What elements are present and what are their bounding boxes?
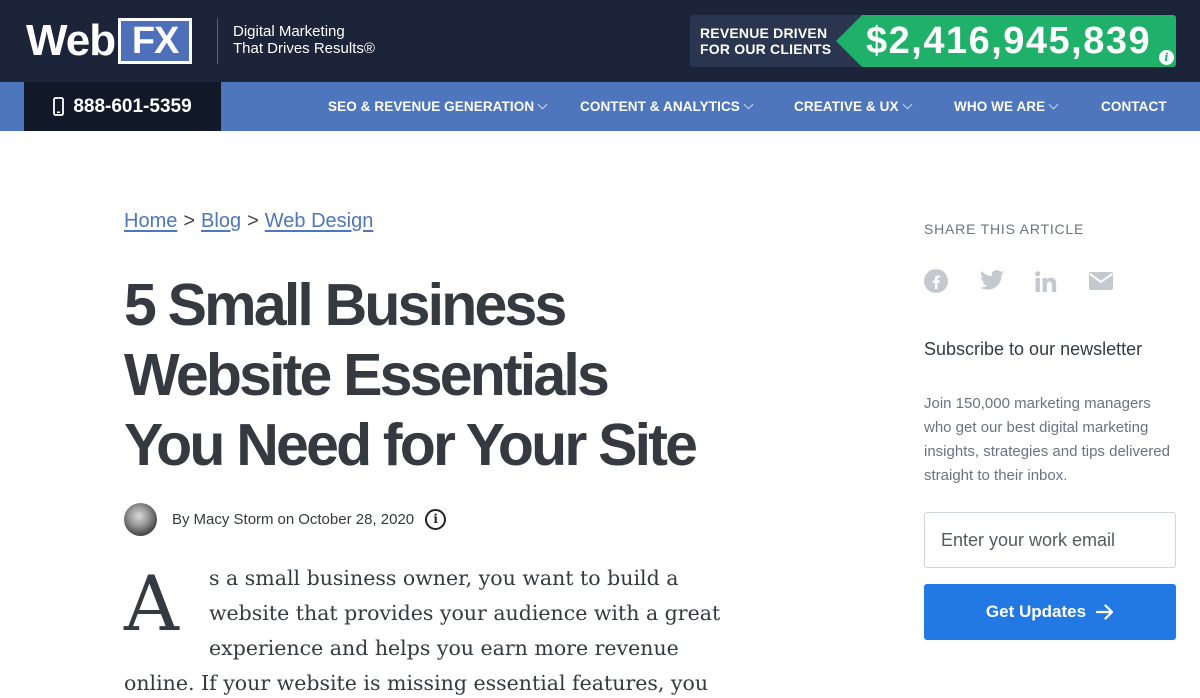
article-byline: By Macy Storm on October 28, 2020 i — [124, 502, 447, 536]
twitter-icon[interactable] — [980, 270, 1004, 290]
body-line-3: experience and helps you earn more reven… — [209, 636, 679, 660]
arrow-right-icon — [1096, 604, 1114, 620]
logo-divider — [217, 18, 218, 64]
breadcrumb-home-link[interactable]: Home — [124, 210, 177, 232]
revenue-value: $2,416,945,839 — [866, 20, 1152, 62]
breadcrumb: Home > Blog > Web Design — [124, 208, 373, 234]
tagline: Digital Marketing That Drives Results® — [233, 23, 375, 57]
breadcrumb-separator: > — [247, 210, 259, 232]
publish-date: October 28, 2020 — [298, 510, 415, 528]
email-icon[interactable] — [1089, 272, 1113, 290]
body-line-2: website that provides your audience with… — [209, 601, 721, 625]
breadcrumb-separator: > — [183, 210, 196, 232]
byline-by: By — [172, 510, 190, 528]
drop-cap: A — [124, 559, 179, 648]
nav-item-creative[interactable]: CREATIVE & UX — [794, 82, 913, 131]
breadcrumb-category-link[interactable]: Web Design — [265, 210, 374, 232]
get-updates-label: Get Updates — [985, 602, 1087, 621]
revenue-label-line-2: FOR OUR CLIENTS — [700, 41, 832, 57]
chevron-down-icon — [537, 99, 548, 110]
email-field[interactable] — [924, 512, 1176, 568]
tagline-line-2: That Drives Results® — [233, 40, 375, 57]
revenue-value-box: $2,416,945,839 i — [836, 15, 1176, 67]
nav-item-label: SEO & REVENUE GENERATION — [328, 99, 535, 114]
logo-web-text: Web — [26, 16, 116, 65]
nav-item-content[interactable]: CONTENT & ANALYTICS — [580, 82, 754, 131]
site-header: Web FX Digital Marketing That Drives Res… — [0, 0, 1200, 82]
share-title: SHARE THIS ARTICLE — [924, 221, 1085, 237]
chevron-down-icon — [1048, 99, 1059, 110]
chevron-down-icon — [743, 99, 754, 110]
author-avatar[interactable] — [124, 502, 157, 536]
facebook-icon[interactable] — [924, 269, 948, 293]
chevron-down-icon — [902, 99, 913, 110]
nav-item-label: CONTACT — [1101, 99, 1167, 114]
nav-item-label: CREATIVE & UX — [794, 99, 899, 114]
nav-item-label: WHO WE ARE — [954, 99, 1046, 114]
share-icons — [924, 269, 1124, 295]
nav-item-label: CONTENT & ANALYTICS — [580, 99, 740, 114]
nav-menu: SEO & REVENUE GENERATION CONTENT & ANALY… — [0, 82, 1200, 131]
logo-fx-box: FX — [118, 18, 193, 64]
nav-item-contact[interactable]: CONTACT — [1101, 82, 1167, 131]
info-icon[interactable]: i — [1159, 50, 1174, 65]
tagline-line-1: Digital Marketing — [233, 23, 345, 40]
revenue-label: REVENUE DRIVEN FOR OUR CLIENTS — [700, 25, 831, 57]
article-title: 5 Small Business Website Essentials You … — [124, 270, 824, 480]
nav-item-who-we-are[interactable]: WHO WE ARE — [954, 82, 1059, 131]
body-line-4: online. If your website is missing essen… — [124, 671, 709, 695]
nav-item-seo[interactable]: SEO & REVENUE GENERATION — [328, 82, 548, 131]
get-updates-button[interactable]: Get Updates — [924, 584, 1176, 640]
revenue-counter: REVENUE DRIVEN FOR OUR CLIENTS $2,416,94… — [690, 15, 1176, 67]
author-name[interactable]: Macy Storm — [194, 511, 274, 528]
info-icon[interactable]: i — [425, 508, 447, 530]
linkedin-icon[interactable] — [1035, 271, 1057, 293]
newsletter-title: Subscribe to our newsletter — [924, 339, 1143, 359]
article-title-line-1: 5 Small Business — [124, 272, 567, 338]
revenue-label-line-1: REVENUE DRIVEN — [700, 25, 828, 41]
webfx-logo[interactable]: Web FX — [26, 16, 193, 65]
article-title-line-2: Website Essentials — [124, 342, 610, 408]
byline-on: on — [277, 510, 295, 528]
newsletter-description: Join 150,000 marketing managers who get … — [924, 395, 1170, 484]
article-title-line-3: You Need for Your Site — [124, 412, 698, 478]
body-line-1: s a small business owner, you want to bu… — [209, 566, 679, 590]
breadcrumb-blog-link[interactable]: Blog — [201, 210, 241, 232]
